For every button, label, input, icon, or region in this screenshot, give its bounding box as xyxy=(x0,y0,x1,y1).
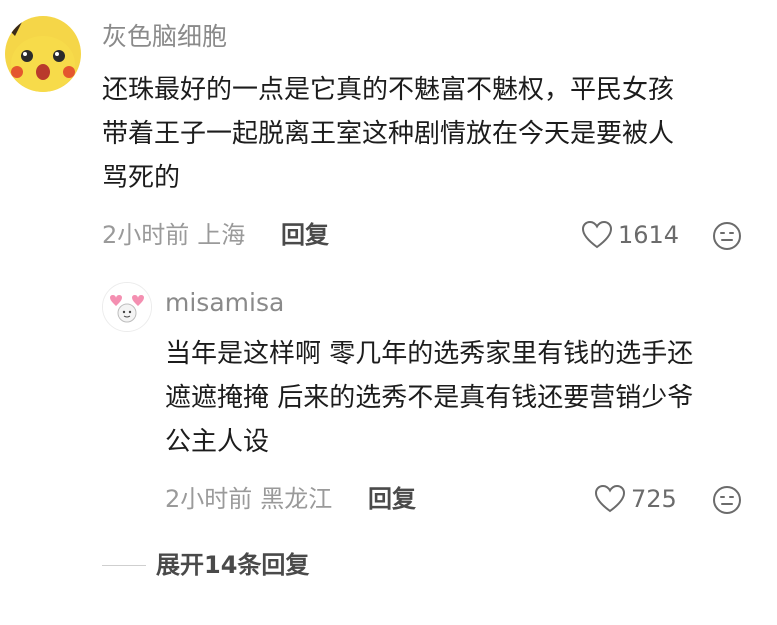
comment-text-line: 骂死的 xyxy=(102,163,181,193)
reply-reply-button[interactable]: 回复 xyxy=(368,484,416,514)
comment-location: 上海 xyxy=(197,221,246,249)
pikachu-avatar-icon xyxy=(5,16,81,92)
reply-like-button[interactable]: 725 xyxy=(595,484,677,514)
expand-replies-button[interactable]: 展开14条回复 xyxy=(102,550,309,580)
comment-meta: 2小时前 上海 xyxy=(102,220,245,250)
cartoon-with-hearts-avatar-icon xyxy=(103,283,151,331)
comment-username[interactable]: 灰色脑细胞 xyxy=(102,22,227,52)
comment-time: 2小时前 xyxy=(102,221,190,249)
smiley-face-icon xyxy=(713,486,741,514)
comment-like-button[interactable]: 1614 xyxy=(582,220,679,250)
comment-like-count: 1614 xyxy=(618,221,680,249)
reply-text-line: 当年是这样啊 零几年的选秀家里有钱的选手还 xyxy=(165,339,694,369)
comment-text: 还珠最好的一点是它真的不魅富不魅权，平民女孩 带着王子一起脱离王室这种剧情放在今… xyxy=(102,68,674,200)
comment-emoji-button[interactable] xyxy=(712,221,742,251)
expand-replies-label: 展开14条回复 xyxy=(156,551,310,579)
reply-text: 当年是这样啊 零几年的选秀家里有钱的选手还 遮遮掩掩 后来的选秀不是真有钱还要营… xyxy=(165,332,693,464)
smiley-face-icon xyxy=(713,222,741,250)
heart-outline-icon xyxy=(595,485,625,513)
comment-text-line: 还珠最好的一点是它真的不魅富不魅权，平民女孩 xyxy=(102,75,675,105)
heart-outline-icon xyxy=(582,221,612,249)
reply-emoji-button[interactable] xyxy=(712,485,742,515)
reply-time: 2小时前 xyxy=(165,485,253,513)
reply-text-line: 公主人设 xyxy=(165,427,270,457)
comment-text-line: 带着王子一起脱离王室这种剧情放在今天是要被人 xyxy=(102,119,675,149)
reply-like-count: 725 xyxy=(631,485,677,513)
expand-divider xyxy=(102,564,146,566)
user-avatar[interactable] xyxy=(5,16,81,92)
reply-location: 黑龙江 xyxy=(260,485,333,513)
reply-user-avatar[interactable] xyxy=(102,282,152,332)
comment-reply-button[interactable]: 回复 xyxy=(281,220,329,250)
reply-meta: 2小时前 黑龙江 xyxy=(165,484,332,514)
reply-username[interactable]: misamisa xyxy=(165,288,284,318)
reply-text-line: 遮遮掩掩 后来的选秀不是真有钱还要营销少爷 xyxy=(165,383,694,413)
